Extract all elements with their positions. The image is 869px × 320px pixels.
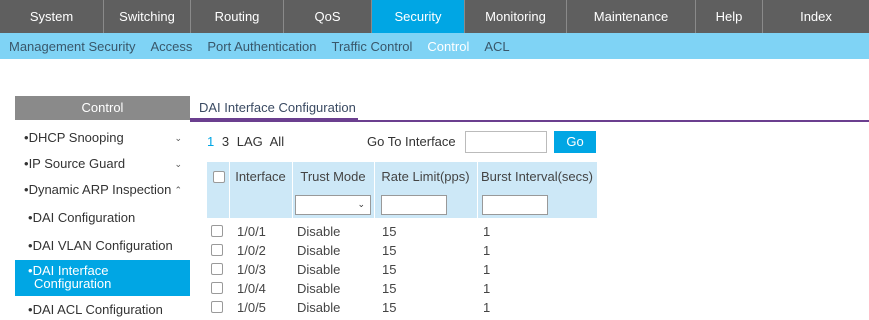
chevron-down-icon[interactable]: ⌄ — [174, 159, 182, 170]
pager-lag[interactable]: LAG — [237, 134, 263, 149]
tab-index[interactable]: Index — [763, 0, 869, 33]
cell-rate-limit: 15 — [382, 300, 397, 315]
sidebar-item-label: DAI VLAN Configuration — [32, 238, 173, 253]
cell-rate-limit: 15 — [382, 281, 397, 296]
cell-rate-limit: 15 — [382, 262, 397, 277]
sidebar-item-ip-source-guard[interactable]: •IP Source Guard ⌄ — [15, 156, 190, 176]
tab-divider — [190, 120, 869, 122]
tab-system[interactable]: System — [0, 0, 104, 33]
select-all-checkbox[interactable] — [213, 171, 225, 183]
sidebar-item-dai-acl-configuration[interactable]: •DAI ACL Configuration — [15, 302, 190, 320]
sidebar-item-dai-configuration[interactable]: •DAI Configuration — [15, 210, 190, 230]
sidebar-item-label-line2: Configuration — [34, 276, 112, 291]
cell-rate-limit: 15 — [382, 224, 397, 239]
table-header: Interface Trust Mode Rate Limit(pps) Bur… — [207, 162, 597, 192]
cell-interface: 1/0/5 — [237, 300, 266, 315]
tab-routing[interactable]: Routing — [191, 0, 284, 33]
subnav-access[interactable]: Access — [150, 39, 192, 54]
interface-pager: 1 3 LAG All — [207, 134, 288, 149]
sidebar-item-dhcp-snooping[interactable]: •DHCP Snooping ⌄ — [15, 130, 190, 150]
cell-trust-mode: Disable — [297, 262, 341, 277]
sidebar-item-label: Dynamic ARP Inspection — [28, 182, 172, 197]
pager-3[interactable]: 3 — [222, 134, 229, 149]
chevron-down-icon[interactable]: ⌄ — [174, 133, 182, 144]
tab-monitoring[interactable]: Monitoring — [465, 0, 567, 33]
cell-burst-interval: 1 — [483, 281, 491, 296]
cell-rate-limit: 15 — [382, 243, 397, 258]
tab-maintenance[interactable]: Maintenance — [567, 0, 696, 33]
goto-interface-input[interactable] — [465, 131, 547, 153]
sidebar-item-label: IP Source Guard — [28, 156, 126, 171]
row-checkbox[interactable] — [211, 263, 223, 275]
sidebar-item-label: DAI ACL Configuration — [32, 302, 163, 317]
column-header-interface[interactable]: Interface — [229, 162, 292, 192]
tab-dai-interface-configuration[interactable]: DAI Interface Configuration — [199, 100, 356, 115]
table-row: 1/0/2 Disable 15 1 — [207, 240, 597, 260]
cell-burst-interval: 1 — [483, 243, 491, 258]
subnav-traffic-control[interactable]: Traffic Control — [332, 39, 413, 54]
go-button[interactable]: Go — [554, 131, 596, 153]
cell-burst-interval: 1 — [483, 224, 491, 239]
chevron-up-icon[interactable]: ⌃ — [174, 185, 182, 196]
cell-interface: 1/0/2 — [237, 243, 266, 258]
pager-1[interactable]: 1 — [207, 134, 214, 149]
tab-help[interactable]: Help — [696, 0, 763, 33]
column-header-burst-interval[interactable]: Burst Interval(secs) — [477, 162, 597, 192]
subnav-management-security[interactable]: Management Security — [9, 39, 135, 54]
goto-interface-label: Go To Interface — [367, 134, 456, 149]
cell-trust-mode: Disable — [297, 281, 341, 296]
column-header-trust-mode[interactable]: Trust Mode — [292, 162, 374, 192]
burst-interval-filter-input[interactable] — [482, 195, 548, 215]
sidebar-item-dynamic-arp-inspection[interactable]: •Dynamic ARP Inspection ⌃ — [15, 182, 190, 202]
sidebar-item-dai-interface-configuration[interactable]: •DAI Interface Configuration — [15, 260, 190, 296]
trust-mode-filter-select[interactable]: ⌄ — [295, 195, 371, 215]
subnav-control[interactable]: Control — [427, 39, 469, 54]
column-header-rate-limit[interactable]: Rate Limit(pps) — [374, 162, 477, 192]
cell-trust-mode: Disable — [297, 300, 341, 315]
row-checkbox[interactable] — [211, 244, 223, 256]
cell-trust-mode: Disable — [297, 243, 341, 258]
tab-qos[interactable]: QoS — [284, 0, 372, 33]
tab-switching[interactable]: Switching — [104, 0, 191, 33]
pager-all[interactable]: All — [270, 134, 284, 149]
cell-interface: 1/0/4 — [237, 281, 266, 296]
chevron-down-icon: ⌄ — [357, 199, 365, 209]
cell-interface: 1/0/1 — [237, 224, 266, 239]
sidebar-item-label: DAI Configuration — [32, 210, 136, 225]
table-row: 1/0/3 Disable 15 1 — [207, 259, 597, 279]
row-checkbox[interactable] — [211, 225, 223, 237]
sidebar-header: Control — [15, 96, 190, 120]
table-row: 1/0/4 Disable 15 1 — [207, 278, 597, 298]
table-row: 1/0/5 Disable 15 1 — [207, 297, 597, 317]
row-checkbox[interactable] — [211, 301, 223, 313]
cell-trust-mode: Disable — [297, 224, 341, 239]
sub-navigation: Management Security Access Port Authenti… — [0, 33, 869, 59]
subnav-port-authentication[interactable]: Port Authentication — [207, 39, 316, 54]
top-navigation: System Switching Routing QoS Security Mo… — [0, 0, 869, 33]
table-row: 1/0/1 Disable 15 1 — [207, 221, 597, 241]
sidebar-item-label: DHCP Snooping — [28, 130, 124, 145]
cell-burst-interval: 1 — [483, 262, 491, 277]
sidebar-item-dai-vlan-configuration[interactable]: •DAI VLAN Configuration — [15, 238, 190, 258]
cell-burst-interval: 1 — [483, 300, 491, 315]
row-checkbox[interactable] — [211, 282, 223, 294]
subnav-acl[interactable]: ACL — [484, 39, 509, 54]
tab-security[interactable]: Security — [372, 0, 465, 33]
cell-interface: 1/0/3 — [237, 262, 266, 277]
rate-limit-filter-input[interactable] — [381, 195, 447, 215]
